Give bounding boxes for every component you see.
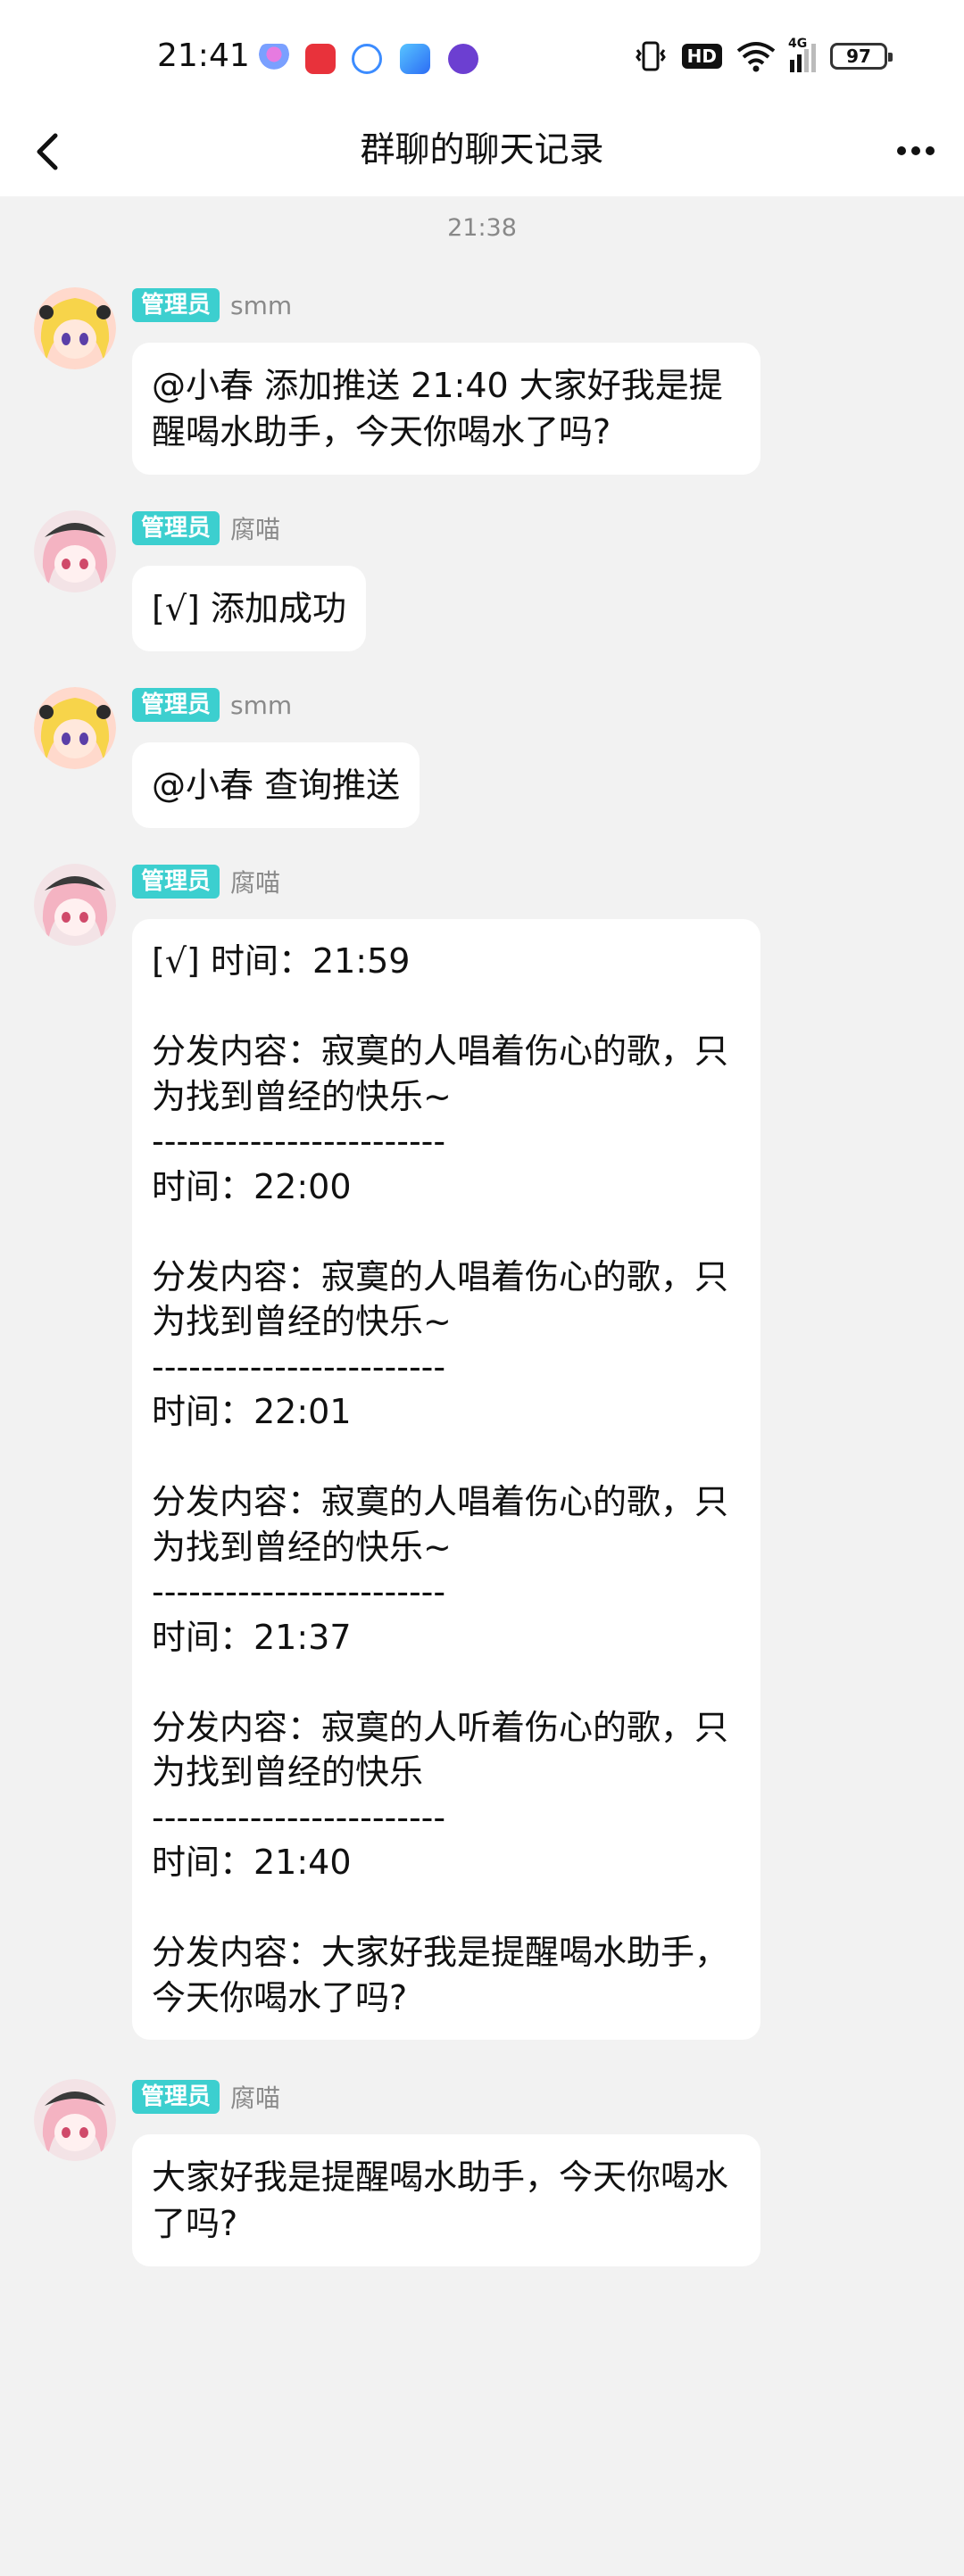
wifi-icon [736, 42, 776, 72]
signal-label: 4G [788, 37, 808, 51]
hd-badge: HD [681, 44, 722, 69]
status-indicators: HD 4G 97 [634, 37, 893, 74]
message-meta: 管理员 smm [132, 687, 292, 723]
app-notification-icon [352, 44, 382, 74]
avatar[interactable] [34, 864, 116, 946]
vibrate-icon [635, 41, 666, 71]
message-meta: 管理员 腐喵 [132, 864, 280, 899]
pink-hair-girl-avatar-icon [34, 510, 116, 592]
app-notification-icon [305, 44, 336, 74]
sender-name[interactable]: 腐喵 [230, 864, 280, 899]
signal-icon: 4G [788, 37, 816, 72]
message-bubble[interactable]: 大家好我是提醒喝水助手，今天你喝水了吗? [132, 2134, 760, 2266]
app-notification-icon [259, 44, 289, 74]
title-bar: 群聊的聊天记录 [0, 105, 964, 196]
message-bubble[interactable]: @小春 查询推送 [132, 742, 420, 828]
blonde-girl-avatar-icon [34, 287, 116, 369]
status-time: 21:41 [157, 37, 250, 74]
message-meta: 管理员 smm [132, 287, 292, 323]
pink-hair-girl-avatar-icon [34, 864, 116, 946]
avatar[interactable] [34, 287, 116, 369]
avatar[interactable] [34, 2079, 116, 2161]
message-bubble[interactable]: @小春 添加推送 21:40 大家好我是提醒喝水助手，今天你喝水了吗? [132, 343, 760, 475]
status-bar: 21:41 HD 4G 97 [0, 0, 964, 105]
admin-badge: 管理员 [132, 688, 220, 722]
blonde-girl-avatar-icon [34, 687, 116, 769]
pink-hair-girl-avatar-icon [34, 2079, 116, 2161]
battery-indicator: 97 [830, 43, 893, 70]
sender-name[interactable]: smm [230, 691, 292, 720]
sender-name[interactable]: 腐喵 [230, 510, 280, 546]
avatar[interactable] [34, 687, 116, 769]
admin-badge: 管理员 [132, 511, 220, 545]
app-notification-icon [400, 44, 430, 74]
app-notification-icon [448, 44, 478, 74]
more-options-icon[interactable] [889, 132, 943, 170]
avatar[interactable] [34, 510, 116, 592]
sender-name[interactable]: smm [230, 291, 292, 320]
message-bubble[interactable]: [√] 时间：21:59 分发内容：寂寞的人唱着伤心的歌，只为找到曾经的快乐~ … [132, 919, 760, 2040]
message-bubble[interactable]: [√] 添加成功 [132, 566, 366, 651]
admin-badge: 管理员 [132, 2080, 220, 2114]
chat-timestamp: 21:38 [447, 214, 517, 242]
admin-badge: 管理员 [132, 288, 220, 322]
message-meta: 管理员 腐喵 [132, 510, 280, 546]
sender-name[interactable]: 腐喵 [230, 2079, 280, 2115]
admin-badge: 管理员 [132, 865, 220, 899]
message-meta: 管理员 腐喵 [132, 2079, 280, 2115]
page-title: 群聊的聊天记录 [360, 130, 604, 170]
